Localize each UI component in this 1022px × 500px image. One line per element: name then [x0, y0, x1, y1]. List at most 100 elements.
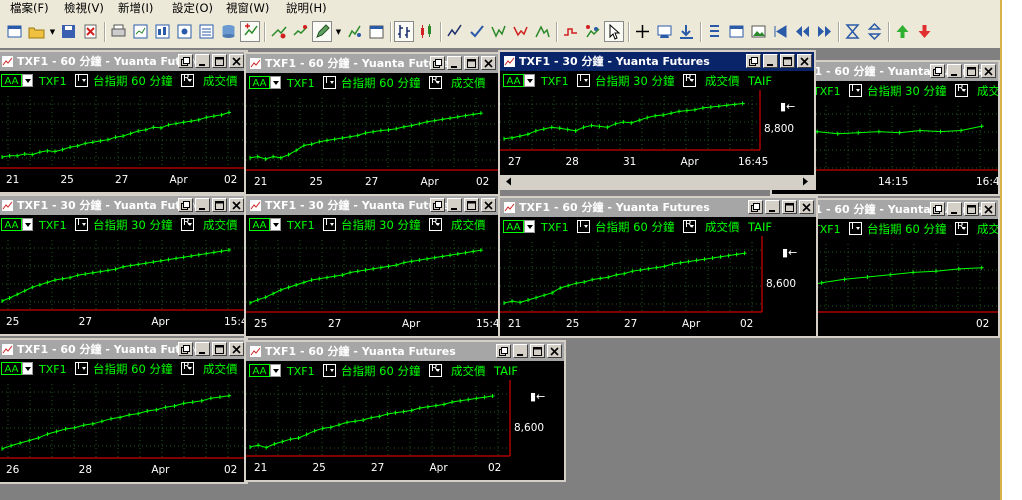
aa-dropdown[interactable]	[22, 362, 33, 375]
maximize-button[interactable]	[782, 200, 797, 214]
toolbar-button-35[interactable]	[792, 21, 812, 42]
toolbar-button-33[interactable]	[748, 21, 768, 42]
maximize-button[interactable]	[212, 198, 227, 212]
toolbar-button-12[interactable]	[268, 21, 288, 42]
toolbar-button-31[interactable]	[704, 21, 724, 42]
minimize-button[interactable]	[195, 342, 210, 356]
toolbar-button-24[interactable]	[532, 21, 552, 42]
close-button[interactable]	[797, 54, 812, 68]
toolbar-button-26[interactable]	[582, 21, 602, 42]
restore-button[interactable]	[930, 202, 945, 216]
maximize-button[interactable]	[464, 198, 479, 212]
aa-dropdown[interactable]	[524, 74, 535, 87]
toolbar-button-27[interactable]	[604, 21, 624, 42]
close-button[interactable]	[981, 202, 996, 216]
window-title-bar[interactable]: TXF1 - 60 分鐘 - Yuanta Futures	[0, 340, 246, 359]
toolbar-button-22[interactable]	[488, 21, 508, 42]
toolbar-button-19[interactable]	[416, 21, 436, 42]
close-button[interactable]	[229, 342, 244, 356]
field-dropdown[interactable]: R	[429, 363, 442, 377]
aa-selector[interactable]: AA	[1, 74, 22, 87]
close-button[interactable]	[981, 64, 996, 78]
chart-window-w5[interactable]: TXF1 - 30 分鐘 - Yuanta Futures AA TXF1 I 台指期 …	[0, 194, 248, 336]
window-title-bar[interactable]: TXF1 - 60 分鐘 - Yuanta Futures	[246, 342, 564, 361]
field-dropdown[interactable]: R	[181, 217, 194, 231]
close-button[interactable]	[229, 54, 244, 68]
minimize-button[interactable]	[513, 344, 528, 358]
window-title-bar[interactable]: TXF1 - 30 分鐘 - Yuanta Futures	[500, 52, 814, 71]
minimize-button[interactable]	[447, 56, 462, 70]
chart-window-w10[interactable]: TXF1 - 60 分鐘 - Yuanta Futures AA TXF1 I 台指期 …	[244, 340, 566, 482]
toolbar-button-9[interactable]	[196, 21, 216, 42]
minimize-button[interactable]	[947, 202, 962, 216]
field-dropdown[interactable]: R	[955, 83, 968, 97]
close-button[interactable]	[799, 200, 814, 214]
toolbar-button-28[interactable]	[632, 21, 652, 42]
toolbar-button-11[interactable]	[240, 21, 260, 42]
maximize-button[interactable]	[964, 202, 979, 216]
menu-item-1[interactable]: 檢視(V)	[64, 1, 104, 16]
field-dropdown[interactable]: R	[683, 73, 696, 87]
horizontal-scrollbar[interactable]	[500, 175, 814, 188]
toolbar-button-23[interactable]	[510, 21, 530, 42]
toolbar-button-38[interactable]	[864, 21, 884, 42]
toolbar-button-39[interactable]	[892, 21, 912, 42]
chart-window-w6[interactable]: TXF1 - 30 分鐘 - Yuanta Futures AA TXF1 I 台指期 …	[244, 194, 500, 338]
symbol-dropdown[interactable]: I	[323, 217, 336, 231]
toolbar-button-14[interactable]	[312, 21, 332, 42]
aa-selector[interactable]: AA	[1, 362, 22, 375]
window-title-bar[interactable]: TXF1 - 30 分鐘 - Yuanta Futures	[0, 196, 246, 215]
toolbar-button-5[interactable]	[108, 21, 128, 42]
close-button[interactable]	[481, 56, 496, 70]
toolbar-button-21[interactable]	[466, 21, 486, 42]
symbol-dropdown[interactable]: I	[577, 219, 590, 233]
toolbar-button-7[interactable]	[152, 21, 172, 42]
aa-selector[interactable]: AA	[503, 220, 524, 233]
toolbar-button-13[interactable]	[290, 21, 310, 42]
toolbar-button-1[interactable]	[26, 21, 46, 42]
symbol-dropdown[interactable]: I	[849, 221, 862, 235]
chart-window-w2[interactable]: TXF1 - 60 分鐘 - Yuanta Futures AA TXF1 I 台指期 …	[244, 52, 500, 196]
window-title-bar[interactable]: TXF1 - 30 分鐘 - Yuanta Futures	[246, 196, 498, 215]
aa-selector[interactable]: AA	[249, 76, 270, 89]
chart-window-w1[interactable]: TXF1 - 60 分鐘 - Yuanta Futures AA TXF1 I 台指期 …	[0, 50, 248, 194]
aa-dropdown[interactable]	[22, 74, 33, 87]
restore-button[interactable]	[748, 200, 763, 214]
scroll-arrows-icon[interactable]	[500, 175, 814, 188]
symbol-dropdown[interactable]: I	[75, 217, 88, 231]
field-dropdown[interactable]: R	[955, 221, 968, 235]
restore-button[interactable]	[178, 342, 193, 356]
toolbar-button-29[interactable]	[654, 21, 674, 42]
toolbar-button-10[interactable]	[218, 21, 238, 42]
close-button[interactable]	[229, 198, 244, 212]
minimize-button[interactable]	[195, 198, 210, 212]
toolbar-dropdown-15[interactable]: ▼	[334, 23, 343, 40]
chart-window-w3[interactable]: TXF1 - 30 分鐘 - Yuanta Futures AA TXF1 I 台指期 …	[498, 50, 816, 190]
window-title-bar[interactable]: TXF1 - 60 分鐘 - Yuanta Futures	[246, 54, 498, 73]
toolbar-button-8[interactable]	[174, 21, 194, 42]
menu-item-2[interactable]: 新增(I)	[118, 1, 153, 16]
toolbar-button-18[interactable]	[394, 21, 414, 42]
maximize-button[interactable]	[780, 54, 795, 68]
menu-item-4[interactable]: 視窗(W)	[226, 1, 269, 16]
field-dropdown[interactable]: R	[181, 73, 194, 87]
toolbar-button-37[interactable]	[842, 21, 862, 42]
symbol-dropdown[interactable]: I	[849, 83, 862, 97]
maximize-button[interactable]	[212, 342, 227, 356]
toolbar-button-16[interactable]	[344, 21, 364, 42]
aa-dropdown[interactable]	[22, 218, 33, 231]
chart-window-w9[interactable]: TXF1 - 60 分鐘 - Yuanta Futures AA TXF1 I 台指期 …	[0, 338, 248, 484]
restore-button[interactable]	[430, 56, 445, 70]
minimize-button[interactable]	[195, 54, 210, 68]
chart-window-w7[interactable]: TXF1 - 60 分鐘 - Yuanta Futures AA TXF1 I 台指期 …	[498, 196, 818, 338]
minimize-button[interactable]	[947, 64, 962, 78]
close-button[interactable]	[481, 198, 496, 212]
symbol-dropdown[interactable]: I	[75, 361, 88, 375]
minimize-button[interactable]	[447, 198, 462, 212]
toolbar-button-4[interactable]	[80, 21, 100, 42]
window-title-bar[interactable]: TXF1 - 60 分鐘 - Yuanta Futures	[0, 52, 246, 71]
toolbar-button-20[interactable]	[444, 21, 464, 42]
maximize-button[interactable]	[464, 56, 479, 70]
toolbar-button-30[interactable]	[676, 21, 696, 42]
toolbar-button-36[interactable]	[814, 21, 834, 42]
